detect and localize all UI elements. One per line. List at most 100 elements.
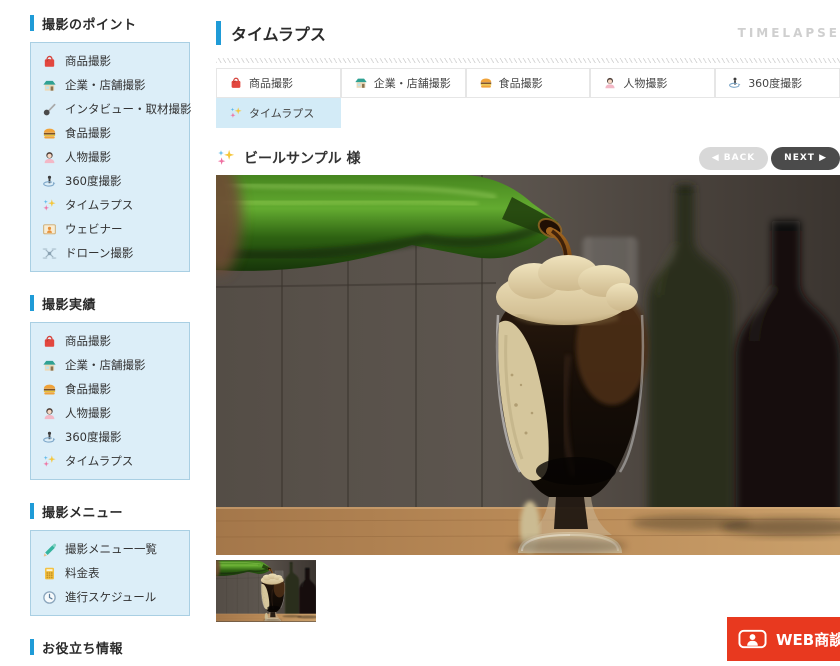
sidebar: 撮影のポイント 商品撮影 企業・店舗撮影 インタビュー・取材撮影 食品撮影 人物… (30, 14, 190, 666)
tab-label: 食品撮影 (499, 75, 543, 91)
sidebar-item-timelapse[interactable]: タイムラプス (31, 193, 189, 217)
webinar-icon (42, 222, 57, 237)
sidebar-item-schedule[interactable]: 進行スケジュール (31, 585, 189, 609)
person-icon (603, 76, 617, 90)
item-label: タイムラプス (65, 197, 133, 213)
sidebar-box-points: 商品撮影 企業・店舗撮影 インタビュー・取材撮影 食品撮影 人物撮影 360度撮… (30, 42, 190, 272)
sidebar-box-menu: 撮影メニュー一覧 料金表 進行スケジュール (30, 530, 190, 616)
sidebar-item-price-table[interactable]: 料金表 (31, 561, 189, 585)
item-label: 撮影メニュー一覧 (65, 541, 157, 557)
burger-icon (42, 126, 57, 141)
accent-bar (30, 503, 34, 519)
sparkles-icon (216, 148, 236, 168)
gallery-thumbnail[interactable] (216, 560, 316, 622)
item-label: ドローン撮影 (65, 245, 133, 261)
tab-corporate-store-photography[interactable]: 企業・店舗撮影 (341, 68, 466, 98)
next-button[interactable]: NEXT ▶ (771, 147, 840, 170)
schedule-icon (42, 590, 57, 605)
section-title-label: 撮影のポイント (42, 14, 137, 33)
main-content: タイムラプス TIMELAPSE 商品撮影 企業・店舗撮影 食品撮影 人物撮影 … (216, 0, 840, 622)
tab-portrait-photography[interactable]: 人物撮影 (590, 68, 715, 98)
item-label: 商品撮影 (65, 333, 111, 349)
item-label: ウェビナー (65, 221, 123, 237)
bag-icon (42, 54, 57, 69)
section-title-label: 撮影メニュー (42, 502, 123, 521)
item-label: 商品撮影 (65, 53, 111, 69)
bag-icon (42, 334, 57, 349)
accent-bar (30, 639, 34, 655)
sidebar-item-menu-list[interactable]: 撮影メニュー一覧 (31, 537, 189, 561)
tab-product-photography[interactable]: 商品撮影 (216, 68, 341, 98)
price-table-icon (42, 566, 57, 581)
shop-icon (42, 78, 57, 93)
person-icon (42, 406, 57, 421)
tab-360-photography[interactable]: 360度撮影 (715, 68, 840, 98)
sidebar-item-portrait-photography[interactable]: 人物撮影 (31, 145, 189, 169)
sidebar-item-works-product[interactable]: 商品撮影 (31, 329, 189, 353)
sidebar-section-title-works: 撮影実績 (30, 294, 190, 312)
item-label: インタビュー・取材撮影 (65, 101, 192, 117)
page-title: タイムラプス (231, 21, 326, 45)
back-button[interactable]: ◀ BACK (699, 147, 768, 170)
item-label: 進行スケジュール (65, 589, 156, 605)
sidebar-section-title-points: 撮影のポイント (30, 14, 190, 32)
tab-label: 企業・店舗撮影 (374, 75, 451, 91)
sparkles-icon (229, 106, 243, 120)
burger-icon (479, 76, 493, 90)
hatched-divider (216, 58, 840, 63)
item-label: 360度撮影 (65, 429, 121, 445)
tab-label: タイムラプス (249, 105, 314, 121)
sidebar-item-interview-photography[interactable]: インタビュー・取材撮影 (31, 97, 189, 121)
item-label: 人物撮影 (65, 405, 111, 421)
person-icon (42, 150, 57, 165)
sparkles-icon (42, 198, 57, 213)
item-label: 食品撮影 (65, 381, 111, 397)
sidebar-item-product-photography[interactable]: 商品撮影 (31, 49, 189, 73)
beer-pour-photo (216, 175, 840, 555)
tab-label: 人物撮影 (623, 75, 667, 91)
sidebar-item-webinar[interactable]: ウェビナー (31, 217, 189, 241)
sidebar-item-360-photography[interactable]: 360度撮影 (31, 169, 189, 193)
sidebar-item-food-photography[interactable]: 食品撮影 (31, 121, 189, 145)
sidebar-item-drone-photography[interactable]: ドローン撮影 (31, 241, 189, 265)
sidebar-section-title-menu: 撮影メニュー (30, 502, 190, 520)
web-meeting-button[interactable]: WEB商談 (727, 617, 840, 661)
accent-bar (30, 295, 34, 311)
section-title-label: お役立ち情報 (42, 638, 123, 657)
accent-bar (216, 21, 221, 45)
sidebar-item-works-portrait[interactable]: 人物撮影 (31, 401, 189, 425)
drone-icon (42, 246, 57, 261)
sidebar-box-works: 商品撮影 企業・店舗撮影 食品撮影 人物撮影 360度撮影 タイムラプス (30, 322, 190, 480)
sidebar-item-works-food[interactable]: 食品撮影 (31, 377, 189, 401)
cta-label: WEB商談 (776, 629, 840, 650)
item-label: 料金表 (65, 565, 100, 581)
item-label: タイムラプス (65, 453, 133, 469)
sidebar-item-works-timelapse[interactable]: タイムラプス (31, 449, 189, 473)
sidebar-item-works-360[interactable]: 360度撮影 (31, 425, 189, 449)
gallery-caption: ビールサンプル 様 (244, 148, 360, 168)
microphone-icon (42, 102, 57, 117)
rotate-360-icon (42, 174, 57, 189)
item-label: 360度撮影 (65, 173, 121, 189)
page-header: タイムラプス TIMELAPSE (216, 20, 840, 46)
shop-icon (354, 76, 368, 90)
sidebar-item-corporate-store-photography[interactable]: 企業・店舗撮影 (31, 73, 189, 97)
tab-label: 商品撮影 (249, 75, 293, 91)
video-meeting-icon (738, 629, 767, 649)
shop-icon (42, 358, 57, 373)
item-label: 人物撮影 (65, 149, 111, 165)
burger-icon (42, 382, 57, 397)
gallery-main-image (216, 175, 840, 555)
tab-food-photography[interactable]: 食品撮影 (466, 68, 591, 98)
rotate-360-icon (728, 76, 742, 90)
item-label: 企業・店舗撮影 (65, 77, 146, 93)
item-label: 食品撮影 (65, 125, 111, 141)
pencil-icon (42, 542, 57, 557)
tab-timelapse[interactable]: タイムラプス (216, 98, 341, 128)
sidebar-item-works-corporate-store[interactable]: 企業・店舗撮影 (31, 353, 189, 377)
page-subtitle: TIMELAPSE (738, 26, 840, 40)
gallery-nav: ◀ BACK NEXT ▶ (699, 147, 840, 170)
accent-bar (30, 15, 34, 31)
gallery-caption-row: ビールサンプル 様 ◀ BACK NEXT ▶ (216, 145, 840, 171)
sparkles-icon (42, 454, 57, 469)
